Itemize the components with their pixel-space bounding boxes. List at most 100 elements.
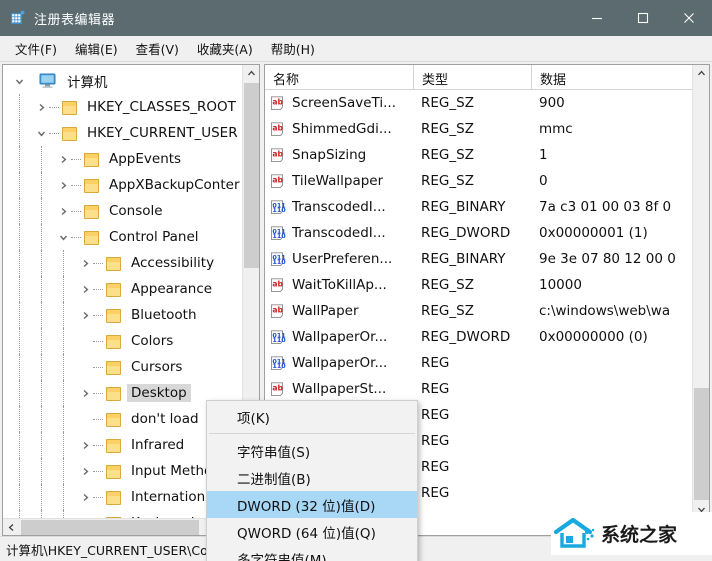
context-menu-item[interactable]: 多字符串值(M)	[207, 545, 417, 561]
cell-name: ab WallPaper	[265, 302, 413, 320]
tree-item-bluetooth[interactable]: Bluetooth	[3, 302, 242, 328]
chevron-right-icon[interactable]	[77, 311, 93, 320]
table-row[interactable]: 011 110 TranscodedI... REG_BINARY 7a c3 01 0…	[265, 194, 692, 220]
tree-item-hkey-classes-root[interactable]: HKEY_CLASSES_ROOT	[3, 94, 242, 120]
context-menu-item[interactable]: QWORD (64 位)值(Q)	[207, 518, 417, 545]
chevron-down-icon[interactable]	[55, 233, 71, 242]
tree-scroll-thumb[interactable]	[244, 83, 259, 268]
tree-item-colors[interactable]: Colors	[3, 328, 242, 354]
tree-item-appevents[interactable]: AppEvents	[3, 146, 242, 172]
chevron-down-icon[interactable]	[33, 129, 49, 138]
tree-connector	[71, 184, 81, 186]
cell-name: ab WaitToKillAp...	[265, 276, 413, 294]
table-row[interactable]: ab ShimmedGdi... REG_SZ mmc	[265, 116, 692, 142]
main-area: 计算机 HKEY_CLASSES_ROOT HKEY_CURRENT_USER App…	[0, 62, 712, 561]
table-row[interactable]: 011 110 WallpaperOr... REG_DWORD 0x00000000 …	[265, 324, 692, 350]
menu-help[interactable]: 帮助(H)	[262, 36, 324, 61]
tree-item-control-panel[interactable]: Control Panel	[3, 224, 242, 250]
table-row[interactable]: ab WallPaper REG_SZ c:\windows\web\wa	[265, 298, 692, 324]
chevron-right-icon[interactable]	[77, 493, 93, 502]
tree-guide-line	[19, 510, 20, 518]
folder-icon	[105, 308, 121, 323]
menu-view[interactable]: 查看(V)	[127, 36, 188, 61]
tree-connector	[49, 106, 59, 108]
cell-type: REG	[421, 381, 450, 397]
table-row[interactable]: 011 110 UserPreferen... REG_BINARY 9e 3e 07 …	[265, 246, 692, 272]
table-row[interactable]: ab SnapSizing REG_SZ 1	[265, 142, 692, 168]
tree-item-[interactable]: 计算机	[3, 68, 242, 94]
table-row[interactable]: ab TileWallpaper REG_SZ 0	[265, 168, 692, 194]
context-submenu-new-types[interactable]: 项(K) 字符串值(S) 二进制值(B) DWORD (32 位)值(D) QWORD …	[206, 400, 418, 561]
folder-icon	[105, 412, 121, 427]
tree-item-appxbackupconter[interactable]: AppXBackupConter	[3, 172, 242, 198]
value-name-wrapper: ab WallPaper	[269, 302, 362, 320]
svg-text:ab: ab	[272, 305, 283, 314]
list-vertical-scrollbar[interactable]	[692, 65, 709, 518]
value-name-wrapper: 011 110 TranscodedI...	[269, 198, 389, 216]
tree-item-appearance[interactable]: Appearance	[3, 276, 242, 302]
tree-item-accessibility[interactable]: Accessibility	[3, 250, 242, 276]
context-menu-item[interactable]: 项(K)	[207, 403, 417, 430]
tree-guide-line	[41, 276, 42, 302]
maximize-button[interactable]	[620, 0, 666, 36]
close-button[interactable]	[666, 0, 712, 36]
tree-guide-line	[41, 172, 42, 198]
context-menu-item[interactable]: DWORD (32 位)值(D)	[207, 491, 417, 518]
tree-guide-line	[63, 354, 64, 380]
value-name: WallpaperOr...	[292, 355, 388, 371]
tree-scroll-up-button[interactable]	[243, 65, 259, 82]
tree-item-label: Infrared	[131, 437, 185, 453]
cell-type: REG_SZ	[421, 95, 474, 111]
list-scroll-thumb[interactable]	[694, 388, 709, 500]
tree-item-label: Colors	[131, 333, 174, 349]
table-row[interactable]: 011 110 WallpaperOr... REG	[265, 350, 692, 376]
chevron-right-icon[interactable]	[77, 259, 93, 268]
value-name: TranscodedI...	[292, 199, 386, 215]
table-row[interactable]: 011 110 TranscodedI... REG_DWORD 0x00000001 …	[265, 220, 692, 246]
chevron-right-icon[interactable]	[77, 467, 93, 476]
column-header-name[interactable]: 名称	[265, 65, 413, 89]
chevron-right-icon[interactable]	[77, 441, 93, 450]
chevron-down-icon[interactable]	[11, 77, 27, 86]
tree-hscroll-thumb[interactable]	[21, 520, 199, 535]
table-row[interactable]: ab ScreenSaveTi... REG_SZ 900	[265, 90, 692, 116]
context-menu-item[interactable]: 二进制值(B)	[207, 464, 417, 491]
folder-icon	[105, 256, 121, 271]
tree-guide-line	[19, 276, 20, 302]
tree-guide-line	[19, 328, 20, 354]
chevron-right-icon[interactable]	[55, 207, 71, 216]
list-scroll-up-button[interactable]	[693, 65, 709, 82]
context-menu-item-label: 多字符串值(M)	[237, 552, 327, 561]
svg-text:ab: ab	[272, 383, 283, 392]
chevron-right-icon[interactable]	[33, 103, 49, 112]
table-row[interactable]: ab WaitToKillAp... REG_SZ 10000	[265, 272, 692, 298]
minimize-button[interactable]	[574, 0, 620, 36]
tree-item-label: don't load	[131, 411, 199, 427]
column-header-data[interactable]: 数据	[531, 65, 692, 89]
value-name: WallpaperOr...	[292, 329, 388, 345]
menu-favorites[interactable]: 收藏夹(A)	[188, 36, 262, 61]
tree-item-hkey-current-user[interactable]: HKEY_CURRENT_USER	[3, 120, 242, 146]
chevron-right-icon[interactable]	[55, 155, 71, 164]
chevron-right-icon[interactable]	[77, 389, 93, 398]
tree-guide-line	[19, 198, 20, 224]
tree-item-cursors[interactable]: Cursors	[3, 354, 242, 380]
context-menu-item[interactable]: 字符串值(S)	[207, 437, 417, 464]
value-name: WallPaper	[292, 303, 359, 319]
menu-file[interactable]: 文件(F)	[6, 36, 66, 61]
tree-connector	[93, 262, 103, 264]
tree-scroll-left-button[interactable]	[3, 519, 20, 535]
menu-edit[interactable]: 编辑(E)	[66, 36, 127, 61]
cell-type: REG	[421, 433, 450, 449]
chevron-right-icon[interactable]	[55, 181, 71, 190]
column-header-type[interactable]: 类型	[413, 65, 531, 89]
cell-type: REG	[421, 355, 450, 371]
tree-item-console[interactable]: Console	[3, 198, 242, 224]
svg-text:ab: ab	[272, 279, 283, 288]
cell-data: 900	[539, 95, 565, 111]
tree-guide-line	[19, 458, 20, 484]
chevron-right-icon[interactable]	[77, 285, 93, 294]
value-name-wrapper: ab ShimmedGdi...	[269, 120, 395, 138]
table-row[interactable]: ab WallpaperSt... REG	[265, 376, 692, 402]
tree-connector	[93, 340, 103, 342]
